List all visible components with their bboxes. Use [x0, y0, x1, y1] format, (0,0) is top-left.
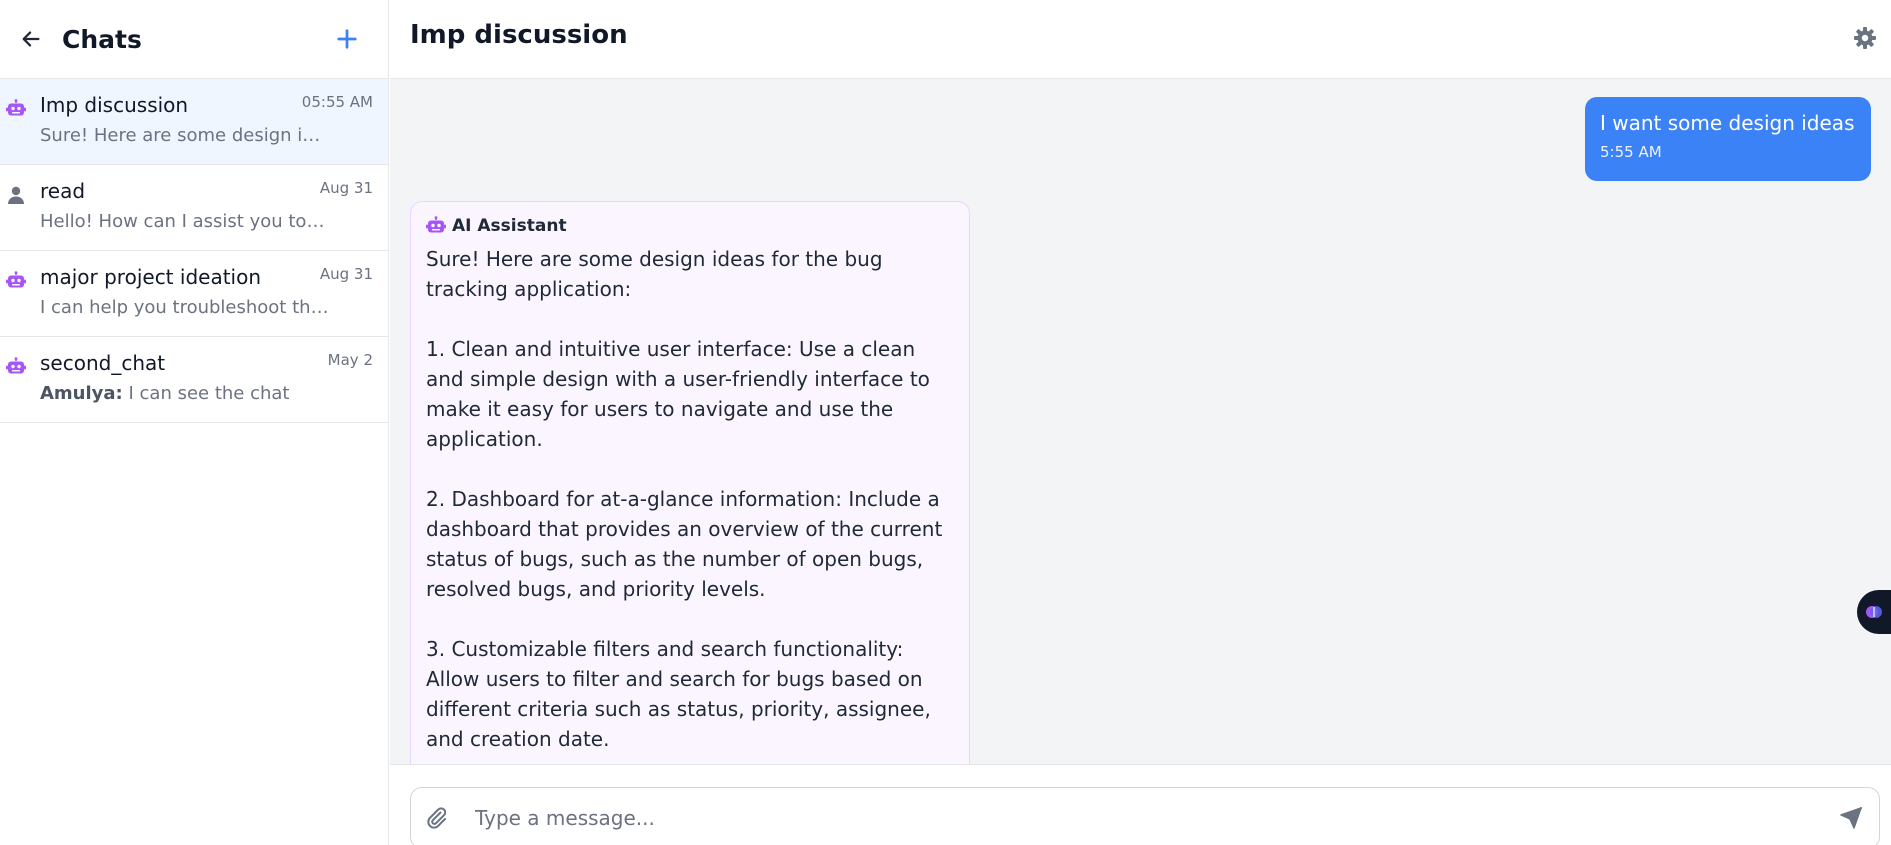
floating-widget-tab[interactable] [1857, 590, 1891, 634]
chat-preview-text: I can help you troubleshoot the issue [40, 297, 330, 318]
send-icon [1840, 807, 1862, 829]
robot-icon [426, 216, 446, 233]
message-input[interactable] [475, 798, 1805, 838]
chat-sidebar: Chats Imp discussion 05:55 AM Sure! Here… [0, 0, 389, 845]
message-input-wrapper [410, 787, 1880, 845]
chat-preview-text: I can see the chat [128, 383, 290, 404]
send-button[interactable] [1839, 806, 1865, 832]
user-message-text: I want some design ideas [1600, 111, 1855, 135]
chat-preview-text: Sure! Here are some design ideas for the… [40, 125, 330, 146]
message-list[interactable]: I want some design ideas 5:55 AM AI Assi… [390, 80, 1891, 764]
chat-list-item[interactable]: second_chat May 2 Amulya: I can see the … [0, 337, 388, 423]
gear-icon [1854, 27, 1876, 49]
arrow-left-icon [22, 31, 40, 47]
message-composer [390, 764, 1891, 845]
assistant-message-header: AI Assistant [426, 216, 954, 236]
chat-title: major project ideation [40, 265, 262, 289]
chat-preview-author: Amulya: [40, 383, 123, 404]
chat-timestamp: Aug 31 [319, 179, 373, 197]
back-button[interactable] [18, 26, 44, 52]
chat-list-item[interactable]: major project ideation Aug 31 I can help… [0, 251, 388, 337]
chat-panel: Imp discussion I want some design ideas … [390, 0, 1891, 845]
robot-icon [6, 99, 26, 116]
chat-title: read [40, 179, 86, 203]
plus-icon [337, 29, 357, 49]
chat-header: Imp discussion [390, 0, 1891, 79]
chat-timestamp: Aug 31 [319, 265, 373, 283]
sidebar-header: Chats [0, 0, 388, 79]
new-chat-button[interactable] [332, 24, 362, 54]
chat-preview: Hello! How can I assist you today? [40, 211, 330, 232]
chat-preview: I can help you troubleshoot the issue [40, 297, 330, 318]
chat-timestamp: May 2 [327, 351, 373, 369]
user-message-time: 5:55 AM [1600, 143, 1662, 161]
chat-list-item[interactable]: read Aug 31 Hello! How can I assist you … [0, 165, 388, 251]
chat-preview: Sure! Here are some design ideas for the… [40, 125, 330, 146]
assistant-message-bubble: AI Assistant Sure! Here are some design … [410, 201, 970, 764]
user-message-bubble: I want some design ideas 5:55 AM [1585, 97, 1871, 181]
chat-list: Imp discussion 05:55 AM Sure! Here are s… [0, 79, 388, 423]
assistant-message-text: Sure! Here are some design ideas for the… [426, 247, 943, 751]
chat-preview: Amulya: I can see the chat [40, 383, 330, 404]
chat-list-item[interactable]: Imp discussion 05:55 AM Sure! Here are s… [0, 79, 388, 165]
chat-title-heading: Imp discussion [410, 20, 628, 50]
chat-preview-text: Hello! How can I assist you today? [40, 211, 330, 232]
robot-icon [6, 271, 26, 288]
person-icon [8, 186, 24, 204]
robot-icon [6, 357, 26, 374]
brain-icon [1866, 606, 1882, 618]
chat-title: second_chat [40, 351, 166, 375]
attach-button[interactable] [425, 806, 449, 830]
paperclip-icon [427, 807, 447, 829]
settings-button[interactable] [1853, 26, 1879, 52]
chat-title: Imp discussion [40, 93, 189, 117]
assistant-name: AI Assistant [452, 216, 567, 236]
sidebar-title: Chats [62, 24, 142, 54]
chat-timestamp: 05:55 AM [301, 93, 373, 111]
